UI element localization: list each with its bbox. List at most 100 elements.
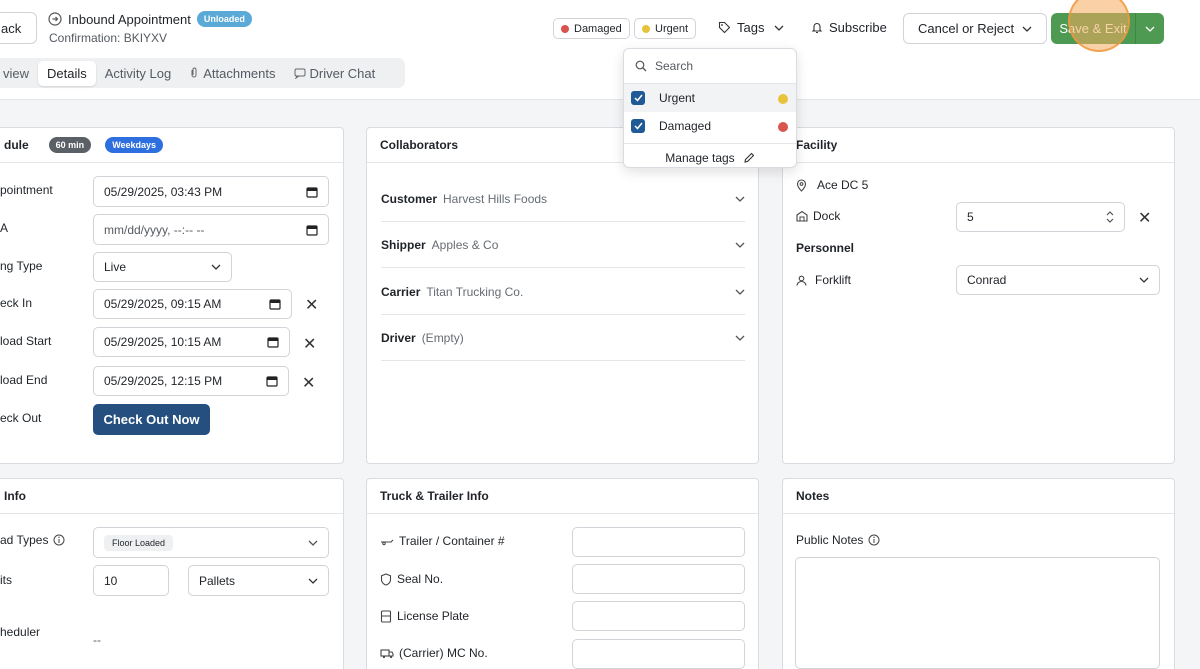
trailer-label: Trailer / Container # (380, 534, 505, 548)
cancel-or-reject-button[interactable]: Cancel or Reject (903, 13, 1047, 44)
panel-title: Info (0, 479, 343, 514)
dock-label: Dock (796, 209, 840, 223)
units-type-select[interactable]: Pallets (188, 565, 329, 596)
license-plate-input[interactable] (572, 601, 745, 631)
subscribe-button[interactable]: Subscribe (811, 20, 887, 35)
chevron-down-icon (308, 578, 318, 584)
calendar-icon[interactable] (306, 224, 318, 236)
status-badge: Unloaded (196, 11, 252, 27)
yellow-dot-icon (642, 24, 650, 33)
forklift-select[interactable]: Conrad (956, 265, 1160, 295)
load-types-select[interactable]: Floor Loaded (93, 527, 329, 558)
trailer-icon (380, 536, 394, 546)
tags-search-input[interactable]: Search (624, 49, 796, 84)
pencil-icon (743, 152, 755, 164)
paperclip-icon (189, 67, 199, 79)
checkbox-checked-icon[interactable] (631, 91, 645, 105)
check-out-now-button[interactable]: Check Out Now (93, 404, 210, 435)
unload-start-datetime-input[interactable]: 05/29/2025, 10:15 AM (93, 327, 290, 357)
clear-dock-close-icon[interactable]: ✕ (1138, 208, 1151, 228)
back-button[interactable]: ack (0, 12, 37, 44)
tab-bar: view Details Activity Log Attachments Dr… (0, 58, 405, 88)
duration-badge: 60 min (48, 137, 92, 153)
check-in-datetime-input[interactable]: 05/29/2025, 09:15 AM (93, 289, 292, 319)
shield-icon (380, 572, 392, 586)
appointment-title: Inbound Appointment Unloaded (48, 11, 252, 27)
bell-icon (811, 21, 823, 34)
calendar-icon[interactable] (267, 336, 279, 348)
facility-location: Ace DC 5 (796, 178, 868, 192)
mc-number-label: (Carrier) MC No. (380, 646, 488, 660)
manage-tags-button[interactable]: Manage tags (624, 143, 796, 171)
chevron-down-icon (735, 242, 745, 248)
days-badge: Weekdays (105, 137, 164, 153)
calendar-icon[interactable] (306, 186, 318, 198)
tag-option-damaged[interactable]: Damaged (624, 112, 796, 140)
check-in-label: eck In (0, 296, 33, 310)
calendar-icon[interactable] (269, 298, 281, 310)
collaborator-row-shipper[interactable]: Shipper Apples & Co (381, 222, 745, 268)
chevron-down-icon (735, 196, 745, 202)
dock-select[interactable]: 5 (956, 202, 1125, 232)
public-notes-textarea[interactable] (795, 557, 1160, 669)
red-dot-icon (561, 24, 569, 33)
yellow-dot-icon (778, 94, 788, 104)
seal-number-input[interactable] (572, 564, 745, 594)
trailer-number-input[interactable] (572, 527, 745, 557)
collaborator-row-customer[interactable]: Customer Harvest Hills Foods (381, 176, 745, 222)
save-options-chevron-icon[interactable] (1136, 13, 1164, 44)
warehouse-icon (796, 210, 808, 222)
seal-label: Seal No. (380, 572, 443, 586)
appointment-label: pointment (0, 183, 53, 197)
chevron-down-icon (1139, 277, 1149, 283)
scheduler-value: -- (93, 633, 101, 647)
up-down-chevron-icon (1106, 211, 1114, 223)
tag-chip-urgent[interactable]: Urgent (634, 18, 697, 39)
panel-title: Notes (783, 479, 1174, 514)
appointment-datetime-input[interactable]: 05/29/2025, 03:43 PM (93, 176, 329, 207)
personnel-heading: Personnel (796, 241, 855, 255)
chevron-down-icon (211, 264, 221, 270)
panel-title: dule (4, 138, 29, 152)
units-label: its (0, 573, 12, 587)
load-type-chip: Floor Loaded (104, 534, 174, 551)
tags-dropdown: Search Urgent Damaged Manage tags (623, 48, 797, 168)
clear-check-in-close-icon[interactable]: ✕ (305, 295, 318, 315)
info-icon[interactable] (868, 534, 880, 546)
tab-details[interactable]: Details (38, 60, 96, 86)
checkbox-checked-icon[interactable] (631, 119, 645, 133)
chevron-down-icon (308, 540, 318, 546)
tags-button[interactable]: Tags (718, 20, 784, 35)
calendar-icon[interactable] (266, 375, 278, 387)
tab-driver-chat[interactable]: Driver Chat (285, 61, 385, 86)
eta-label: A (0, 221, 9, 235)
chevron-down-icon (735, 335, 745, 341)
info-icon[interactable] (53, 534, 65, 546)
clear-unload-end-close-icon[interactable]: ✕ (302, 373, 315, 393)
tab-overview[interactable]: view (0, 61, 38, 86)
search-icon (635, 60, 647, 72)
unload-end-label: load End (0, 373, 48, 387)
save-and-exit-button[interactable]: Save & Exit (1051, 13, 1164, 44)
tag-chip-damaged[interactable]: Damaged (553, 18, 630, 39)
mc-number-input[interactable] (572, 639, 745, 669)
arrow-circle-icon (48, 12, 62, 26)
confirmation-number: Confirmation: BKIYXV (49, 31, 168, 45)
loading-type-select[interactable]: Live (93, 252, 232, 282)
tab-attachments[interactable]: Attachments (180, 61, 284, 86)
panel-title: Truck & Trailer Info (367, 479, 758, 514)
units-quantity-input[interactable]: 10 (93, 565, 169, 596)
page-title: Inbound Appointment (68, 11, 191, 27)
clear-unload-start-close-icon[interactable]: ✕ (303, 334, 316, 354)
collaborator-row-carrier[interactable]: Carrier Titan Trucking Co. (381, 269, 745, 315)
tag-option-urgent[interactable]: Urgent (624, 84, 796, 112)
unload-end-datetime-input[interactable]: 05/29/2025, 12:15 PM (93, 366, 289, 396)
check-out-label: eck Out (0, 411, 42, 425)
eta-datetime-input[interactable]: mm/dd/yyyy, --:-- -- (93, 214, 329, 245)
collaborator-row-driver[interactable]: Driver (Empty) (381, 315, 745, 361)
tab-activity-log[interactable]: Activity Log (96, 61, 180, 86)
loading-type-label: ng Type (0, 259, 43, 273)
panel-title: Facility (783, 128, 1174, 163)
forklift-label: Forklift (796, 273, 851, 287)
scheduler-label: heduler (0, 625, 41, 639)
